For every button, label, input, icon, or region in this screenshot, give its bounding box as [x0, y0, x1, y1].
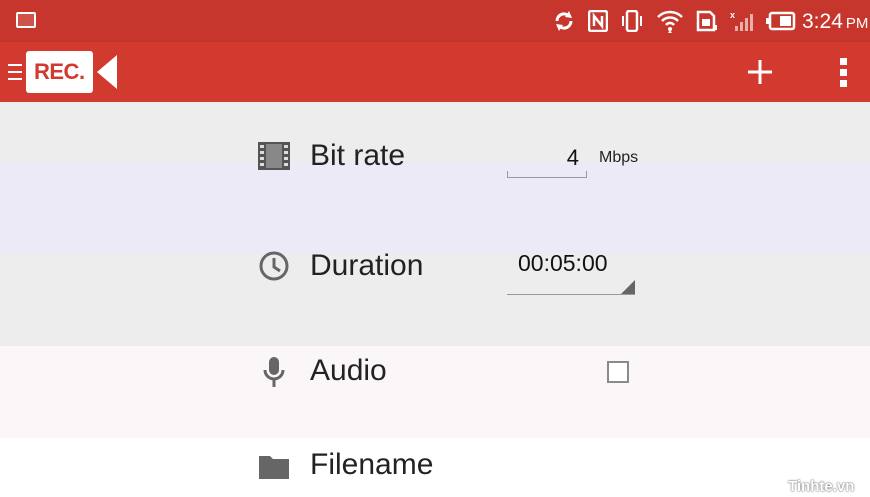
gallery-icon — [16, 12, 36, 28]
battery-icon — [766, 11, 796, 31]
app-logo[interactable]: REC. — [26, 50, 117, 94]
status-ampm: PM — [845, 15, 869, 32]
clock-icon — [259, 251, 289, 281]
vibrate-icon — [622, 10, 642, 32]
band-duration — [0, 254, 870, 346]
screen: x 3:24 PM REC. Bit rate 4 Mbps Duration … — [0, 0, 870, 497]
band-filename — [0, 438, 870, 497]
status-bar: x 3:24 PM — [0, 0, 870, 42]
filename-label: Filename — [310, 448, 434, 481]
film-icon — [258, 142, 290, 170]
bitrate-unit: Mbps — [599, 149, 639, 166]
bitrate-label: Bit rate — [310, 139, 406, 172]
megaphone-icon — [96, 55, 117, 89]
folder-icon — [259, 456, 289, 479]
audio-label: Audio — [310, 354, 387, 387]
app-bar: REC. — [0, 42, 870, 102]
sim-icon — [696, 10, 717, 32]
overflow-menu-button[interactable] — [832, 58, 854, 90]
signal-icon: x — [730, 10, 753, 31]
status-icons: x — [552, 8, 796, 34]
bitrate-value: 4 — [566, 145, 579, 170]
drawer-icon[interactable] — [8, 64, 22, 82]
logo-text: REC. — [26, 51, 93, 93]
add-button[interactable] — [744, 56, 776, 88]
duration-value: 00:05:00 — [518, 250, 608, 276]
audio-checkbox[interactable] — [607, 361, 629, 383]
band-audio — [0, 346, 870, 438]
sync-icon — [555, 11, 573, 31]
bitrate-input[interactable]: 4 — [507, 143, 587, 178]
status-time: 3:24 PM — [802, 10, 869, 33]
band-bitrate — [0, 102, 870, 162]
wifi-icon — [657, 10, 683, 33]
band-lavender — [0, 162, 870, 254]
duration-spinner[interactable]: 00:05:00 — [507, 248, 635, 295]
microphone-icon — [263, 357, 285, 387]
spinner-arrow-icon — [621, 280, 635, 294]
duration-label: Duration — [310, 249, 424, 282]
nfc-icon — [588, 10, 608, 32]
svg-text:x: x — [730, 10, 735, 20]
watermark: Tinhte.vn — [788, 478, 855, 495]
